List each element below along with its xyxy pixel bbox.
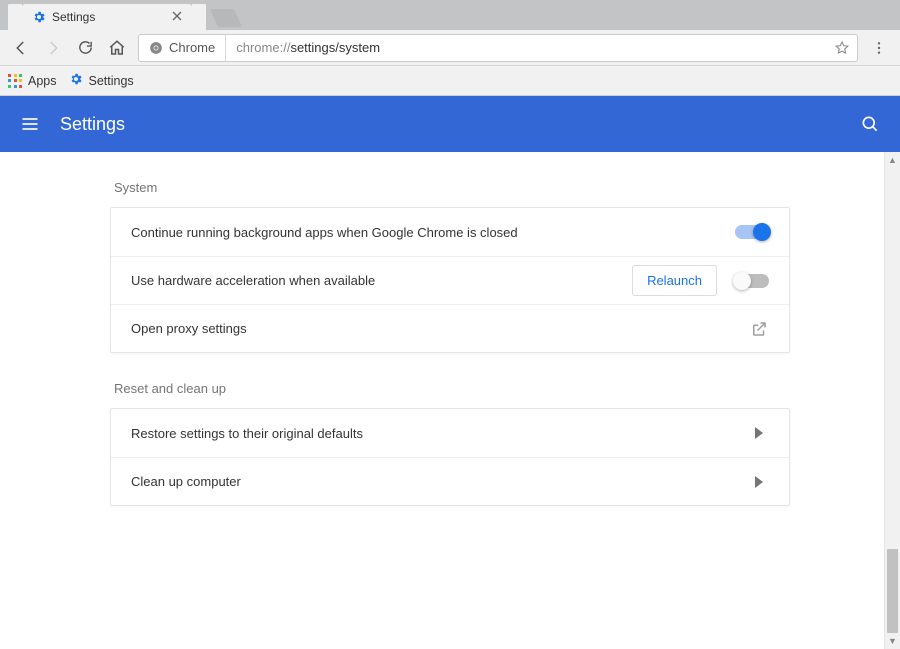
row-clean-up-computer[interactable]: Clean up computer — [111, 457, 789, 505]
origin-label: Chrome — [169, 40, 215, 55]
row-label: Restore settings to their original defau… — [131, 426, 749, 441]
row-label: Continue running background apps when Go… — [131, 225, 735, 240]
search-button[interactable] — [858, 112, 882, 136]
card-reset: Restore settings to their original defau… — [110, 408, 790, 506]
bookmark-star-icon[interactable] — [827, 40, 857, 56]
bookmarks-bar: Apps Settings — [0, 66, 900, 96]
toggle-background-apps[interactable] — [735, 225, 769, 239]
browser-menu-button[interactable] — [864, 33, 894, 63]
section-title-system: System — [114, 180, 786, 195]
section-title-reset: Reset and clean up — [114, 381, 786, 396]
scrollbar[interactable]: ▲ ▼ — [884, 152, 900, 649]
settings-content: System Continue running background apps … — [0, 152, 900, 649]
close-tab-icon[interactable] — [172, 10, 182, 24]
page-title: Settings — [60, 114, 125, 135]
menu-button[interactable] — [18, 112, 42, 136]
gear-icon — [32, 10, 46, 24]
toggle-hardware-acceleration[interactable] — [735, 274, 769, 288]
forward-button[interactable] — [38, 33, 68, 63]
card-system: Continue running background apps when Go… — [110, 207, 790, 353]
relaunch-button[interactable]: Relaunch — [632, 265, 717, 296]
bookmark-apps[interactable]: Apps — [8, 74, 57, 88]
scroll-down-icon[interactable]: ▼ — [885, 633, 900, 649]
browser-toolbar: Chrome chrome://settings/system — [0, 30, 900, 66]
row-restore-defaults[interactable]: Restore settings to their original defau… — [111, 409, 789, 457]
url-text: chrome://settings/system — [226, 40, 827, 55]
gear-icon — [69, 72, 83, 89]
home-button[interactable] — [102, 33, 132, 63]
bookmark-settings[interactable]: Settings — [69, 72, 134, 89]
scroll-thumb[interactable] — [887, 549, 898, 633]
row-background-apps[interactable]: Continue running background apps when Go… — [111, 208, 789, 256]
scroll-up-icon[interactable]: ▲ — [885, 152, 900, 168]
row-open-proxy[interactable]: Open proxy settings — [111, 304, 789, 352]
origin-chip: Chrome — [139, 35, 226, 61]
tab-active[interactable]: Settings — [8, 4, 206, 30]
row-label: Use hardware acceleration when available — [131, 273, 632, 288]
address-bar[interactable]: Chrome chrome://settings/system — [138, 34, 858, 62]
row-label: Clean up computer — [131, 474, 749, 489]
reload-button[interactable] — [70, 33, 100, 63]
chevron-right-icon — [749, 427, 769, 439]
back-button[interactable] — [6, 33, 36, 63]
tab-title: Settings — [52, 10, 95, 24]
apps-icon — [8, 74, 22, 88]
bookmark-apps-label: Apps — [28, 74, 57, 88]
chrome-icon — [149, 41, 163, 55]
external-link-icon — [749, 320, 769, 338]
bookmark-settings-label: Settings — [89, 74, 134, 88]
chevron-right-icon — [749, 476, 769, 488]
tabstrip: Settings — [0, 4, 900, 30]
row-label: Open proxy settings — [131, 321, 749, 336]
settings-header: Settings — [0, 96, 900, 152]
row-hardware-acceleration[interactable]: Use hardware acceleration when available… — [111, 256, 789, 304]
new-tab-button[interactable] — [210, 9, 242, 27]
